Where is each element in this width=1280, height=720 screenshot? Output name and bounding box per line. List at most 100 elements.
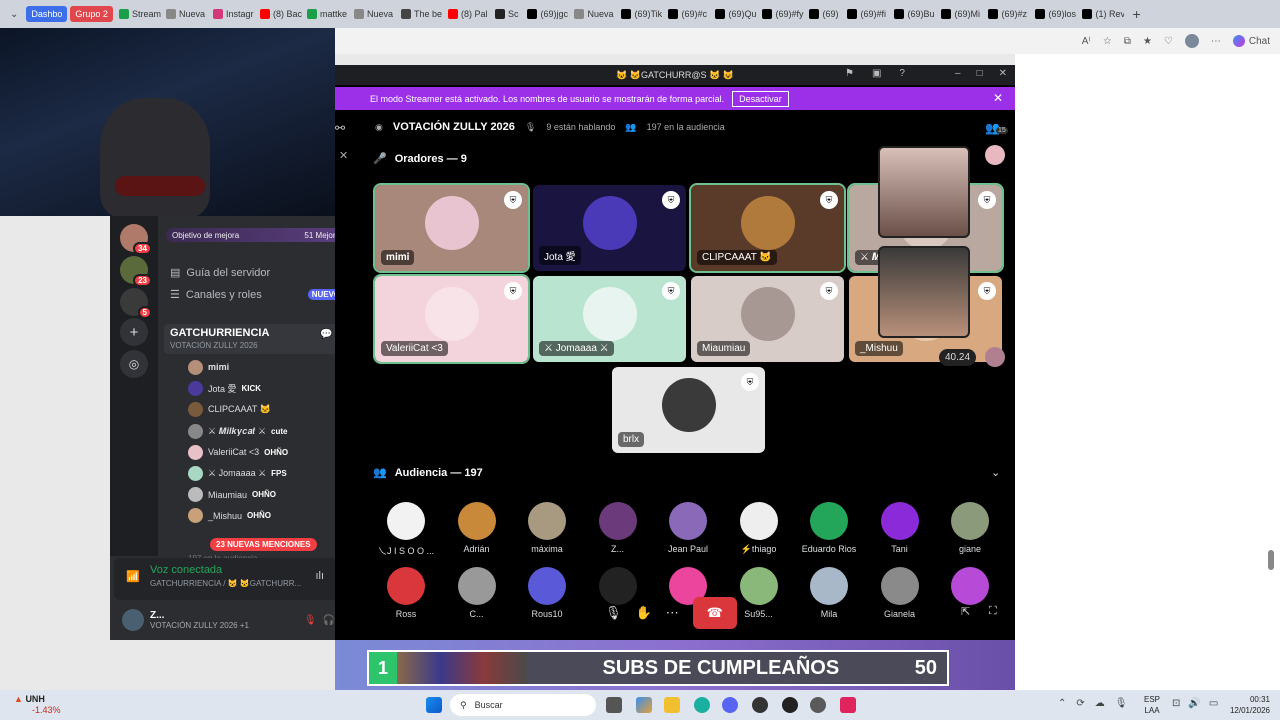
browser-tab[interactable]: (69)Tik	[617, 3, 663, 25]
app-icon-2[interactable]	[810, 697, 826, 713]
close-sidebar-icon[interactable]: ✕	[339, 149, 348, 162]
browser-tab[interactable]: Nueva	[162, 3, 208, 25]
deactivate-button[interactable]: Desactivar	[732, 90, 789, 107]
noise-suppression-icon[interactable]: ılı	[315, 570, 324, 582]
boost-goal-bar[interactable]: Objetivo de mejora 51 Mejoras	[166, 228, 350, 242]
collapse-chevron-icon[interactable]: ⌄	[991, 466, 1000, 479]
chat-bubble-icon[interactable]: 💬	[320, 329, 332, 340]
more-options-icon[interactable]: ⋯	[666, 605, 679, 621]
explorer-icon[interactable]	[664, 697, 680, 713]
voice-member[interactable]: _MishuuOHÑO⊘	[188, 508, 348, 524]
edge-icon[interactable]	[694, 697, 710, 713]
audience-member[interactable]: Tani	[865, 502, 935, 554]
close-button[interactable]: ✕	[999, 68, 1007, 79]
inbox-icon[interactable]: ▣	[872, 68, 881, 79]
browser-tab[interactable]: (1) Rev	[1078, 3, 1124, 25]
sync-icon[interactable]: ⟳	[1076, 698, 1084, 709]
speaker-tile[interactable]: ⛨ brlx	[612, 367, 765, 453]
speaker-tile[interactable]: ⛨ Miaumiau	[691, 276, 844, 362]
extensions-icon[interactable]: ⧉	[1124, 36, 1131, 47]
mic-tray-icon[interactable]: 🎙	[1115, 698, 1128, 709]
language-indicator[interactable]: ESP LAA	[1144, 694, 1160, 716]
speaker-tile[interactable]: ⛨ Jota 愛	[533, 185, 686, 271]
stage-members-button[interactable]: 👥15	[985, 121, 1008, 135]
obs-icon[interactable]	[782, 697, 798, 713]
audience-member[interactable]: máxima	[512, 502, 582, 554]
minimize-button[interactable]: –	[955, 68, 961, 79]
popout-icon[interactable]: ⇱	[961, 605, 970, 618]
mute-mic-icon[interactable]: 🎙	[304, 615, 317, 626]
audience-member[interactable]: C...	[442, 567, 512, 619]
tiktok-icon[interactable]	[840, 697, 856, 713]
voice-member[interactable]: ValeriiCat <3 OHÑO	[188, 444, 348, 460]
audience-member[interactable]: Z...	[583, 502, 653, 554]
flag-icon[interactable]: ⚑	[845, 68, 854, 79]
channels-roles-item[interactable]: ☰ Canales y roles NUEVO	[170, 288, 345, 301]
leave-call-button[interactable]: ☎	[692, 597, 737, 629]
raise-hand-icon[interactable]: ✋	[636, 605, 652, 621]
user-avatar[interactable]	[122, 609, 144, 631]
system-tray-icons[interactable]: ⌃ ⟳ ☁ 🎙	[1058, 698, 1127, 709]
browser-tab[interactable]: (8) Pal	[444, 3, 490, 25]
browser-tab[interactable]: The be	[397, 3, 443, 25]
more-menu-icon[interactable]: ⋯	[1211, 36, 1221, 47]
audience-member[interactable]: Jean Paul	[653, 502, 723, 554]
headphones-icon[interactable]: 🎧	[323, 615, 335, 626]
add-friend-icon[interactable]: ⚯	[335, 121, 345, 135]
audience-member[interactable]: Ross	[371, 567, 441, 619]
speaker-tile[interactable]: ⛨ 𝐦𝐢𝐦𝐢	[373, 183, 530, 273]
browser-tab[interactable]: (69)#c	[664, 3, 710, 25]
browser-tab[interactable]: (69)Qu	[711, 3, 757, 25]
voice-member[interactable]: MiaumiauOHÑO⊘	[188, 487, 348, 503]
tray-chevron-icon[interactable]: ⌃	[1058, 698, 1066, 709]
server-icon-2[interactable]: 23	[120, 256, 152, 287]
clock[interactable]: 00:31 12/01/2026	[1230, 694, 1270, 716]
audience-member[interactable]: 乀J I S O O ...	[371, 502, 441, 557]
maximize-button[interactable]: □	[977, 68, 983, 79]
page-scrollbar[interactable]	[1268, 550, 1274, 570]
audience-member[interactable]: Rous10	[512, 567, 582, 619]
audience-member[interactable]: Gianela	[865, 567, 935, 619]
favorite-star-icon[interactable]: ☆	[1103, 36, 1112, 47]
browser-tab[interactable]: (8) Bac	[256, 3, 302, 25]
browser-tab[interactable]: Nueva	[350, 3, 396, 25]
browser-tab[interactable]: (69)#z	[984, 3, 1030, 25]
status-icons[interactable]: ⊡ 🔊 ▭	[1172, 698, 1218, 709]
add-server-button[interactable]: +	[120, 318, 148, 346]
app-icon-1[interactable]	[752, 697, 768, 713]
copilot-chat-button[interactable]: Chat	[1232, 35, 1270, 47]
health-icon[interactable]: ♡	[1164, 36, 1173, 47]
browser-tab[interactable]: (69)Mi	[937, 3, 983, 25]
mute-icon[interactable]: 🎙	[605, 605, 622, 621]
speaker-tile[interactable]: ⛨ CLIPCAAAT 🐱	[689, 183, 846, 273]
browser-tab[interactable]: (69)Bu	[890, 3, 936, 25]
browser-tab[interactable]: (69)los	[1031, 3, 1077, 25]
browser-tab[interactable]: Instagr	[209, 3, 255, 25]
voice-member[interactable]: CLIPCAAAT 🐱	[188, 402, 348, 418]
server-guide-item[interactable]: ▤ Guía del servidor	[170, 266, 270, 280]
read-aloud-icon[interactable]: A⁽	[1082, 36, 1091, 47]
voice-member[interactable]: ⚔ Jomaaaa ⚔FPS⊘	[188, 466, 348, 481]
tab-list-chevron-icon[interactable]: ⌄	[4, 9, 24, 20]
windows-start-icon[interactable]	[426, 697, 442, 713]
camera-preview-1[interactable]	[878, 146, 970, 238]
browser-tab[interactable]: (69)#fy	[758, 3, 804, 25]
audience-member[interactable]: Eduardo Rios	[794, 502, 864, 554]
server-icon-1[interactable]: 34	[120, 224, 152, 255]
taskbar-search[interactable]: ⚲ Buscar	[450, 694, 596, 716]
browser-tab[interactable]: (69)	[805, 3, 842, 25]
voice-member[interactable]: ⚔ 𝑴𝒊𝒍𝒌𝒚𝒄𝒂𝒕 ⚔ cute	[188, 423, 348, 439]
side-avatar-1[interactable]	[985, 145, 1005, 165]
audience-member[interactable]: ⚡thiago	[724, 502, 794, 555]
discord-taskbar-icon[interactable]	[722, 697, 738, 713]
audience-member[interactable]: Adrián	[442, 502, 512, 554]
side-avatar-2[interactable]	[985, 347, 1005, 367]
speaker-tile[interactable]: ⛨ ValeriiCat <3	[373, 274, 530, 364]
voice-member[interactable]: 𝐦𝐢𝐦𝐢	[188, 360, 348, 375]
server-icon-3[interactable]: 5	[120, 288, 152, 319]
camera-preview-2[interactable]	[878, 246, 970, 338]
audience-member[interactable]	[935, 567, 1005, 609]
help-icon[interactable]: ?	[899, 68, 905, 79]
browser-tab[interactable]: Stream	[115, 3, 161, 25]
browser-tab[interactable]: Sc	[491, 3, 523, 25]
